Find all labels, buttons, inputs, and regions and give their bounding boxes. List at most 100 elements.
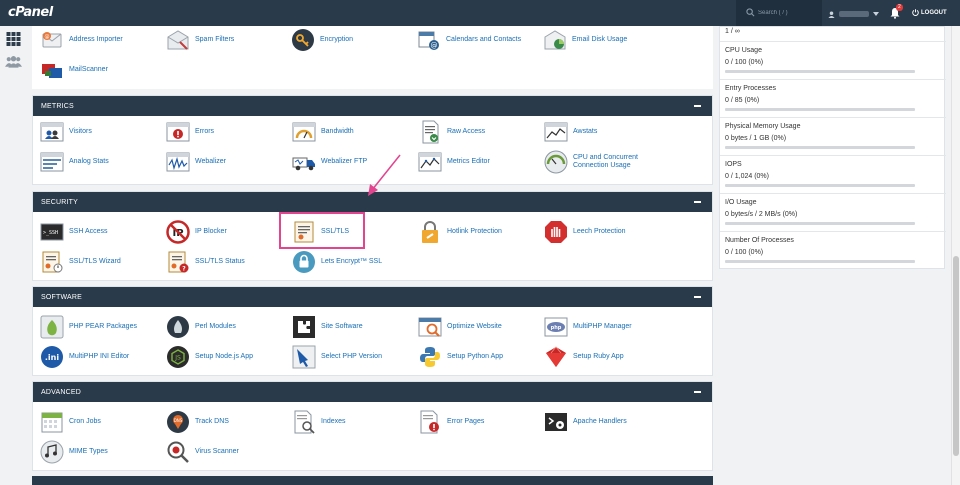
multiphp-manager-label: MultiPHP Manager	[573, 323, 632, 330]
advanced-header[interactable]: ADVANCED	[33, 382, 712, 402]
ssl-tls-status-link[interactable]: ? SSL/TLS Status	[166, 249, 245, 275]
stat-row: 1 / ∞	[720, 27, 946, 42]
stat-physical-memory: Physical Memory Usage 0 bytes / 1 GB (0%…	[720, 118, 946, 156]
search-box[interactable]	[736, 0, 822, 26]
encryption-link[interactable]: Encryption	[291, 27, 353, 53]
multiphp-ini-label: MultiPHP INI Editor	[69, 353, 130, 360]
error-pages-link[interactable]: Error Pages	[418, 409, 484, 435]
scrollbar-thumb[interactable]	[953, 256, 959, 456]
spam-filters-icon	[167, 30, 189, 50]
apps-grid-icon[interactable]	[5, 31, 22, 47]
setup-python-link[interactable]: Setup Python App	[418, 344, 503, 370]
cron-jobs-link[interactable]: Cron Jobs	[40, 409, 101, 435]
svg-text:php: php	[551, 325, 562, 331]
mime-types-link[interactable]: MIME Types	[40, 439, 108, 465]
awstats-chart-icon	[544, 122, 568, 142]
logout-button[interactable]: LOGOUT	[912, 9, 947, 16]
stat-label: Number Of Processes	[725, 237, 794, 244]
setup-ruby-link[interactable]: Setup Ruby App	[544, 344, 624, 370]
cron-calendar-icon	[41, 412, 63, 433]
webalizer-link[interactable]: Webalizer	[166, 149, 226, 175]
next-section-header[interactable]	[32, 476, 713, 485]
email-disk-usage-link[interactable]: Email Disk Usage	[543, 27, 627, 53]
virus-scanner-link[interactable]: Virus Scanner	[166, 439, 239, 465]
cpu-concurrent-link[interactable]: CPU and Concurrent Connection Usage	[544, 149, 638, 175]
visitors-link[interactable]: Visitors	[40, 119, 92, 145]
mailscanner-link[interactable]: MailScanner	[40, 57, 108, 83]
hotlink-protection-link[interactable]: Hotlink Protection	[418, 219, 502, 245]
ssh-access-link[interactable]: >_SSH SSH Access	[40, 219, 108, 245]
stat-value: 0 / 100 (0%)	[725, 59, 764, 66]
site-software-link[interactable]: Site Software	[292, 314, 363, 340]
stat-progress-bar	[725, 222, 915, 225]
multiphp-ini-link[interactable]: .ini MultiPHP INI Editor	[40, 344, 129, 370]
ssl-tls-wizard-link[interactable]: SSL/TLS Wizard	[40, 249, 121, 275]
visitors-icon	[40, 122, 64, 142]
apache-handlers-icon	[545, 413, 567, 431]
stat-progress-bar	[725, 260, 915, 263]
perl-modules-link[interactable]: Perl Modules	[166, 314, 236, 340]
multiphp-manager-icon: php	[544, 317, 568, 337]
svg-text:.ini: .ini	[45, 353, 59, 362]
ssh-terminal-icon: >_SSH	[40, 223, 64, 241]
analog-stats-link[interactable]: Analog Stats	[40, 149, 109, 175]
chevron-down-icon	[873, 12, 879, 16]
track-dns-link[interactable]: DNS Track DNS	[166, 409, 229, 435]
ip-blocker-icon: IP	[166, 220, 190, 244]
lets-encrypt-link[interactable]: Lets Encrypt™ SSL	[292, 249, 382, 275]
stat-number-of-processes: Number Of Processes 0 / 100 (0%)	[720, 232, 946, 270]
errors-link[interactable]: Errors	[166, 119, 214, 145]
address-importer-icon: @	[42, 32, 62, 48]
email-section-tail: @ Address Importer Spam Filters Encrypti…	[32, 26, 713, 89]
software-header[interactable]: SOFTWARE	[33, 287, 712, 307]
calendars-contacts-link[interactable]: @ Calendars and Contacts	[417, 27, 521, 53]
spam-filters-link[interactable]: Spam Filters	[166, 27, 234, 53]
software-section: SOFTWARE PHP PEAR Packages Perl Modules …	[32, 286, 713, 376]
search-input[interactable]	[758, 6, 818, 20]
stat-value: 0 bytes / 1 GB (0%)	[725, 135, 787, 142]
leech-protection-label: Leech Protection	[573, 228, 626, 235]
advanced-title: ADVANCED	[41, 388, 81, 396]
multiphp-manager-link[interactable]: php MultiPHP Manager	[544, 314, 632, 340]
select-php-version-link[interactable]: Select PHP Version	[292, 344, 382, 370]
page-scrollbar[interactable]	[951, 26, 960, 485]
mailscanner-label: MailScanner	[69, 66, 108, 73]
metrics-editor-link[interactable]: Metrics Editor	[418, 149, 490, 175]
apache-handlers-link[interactable]: Apache Handlers	[544, 409, 627, 435]
metrics-title: METRICS	[41, 102, 74, 110]
virus-scanner-label: Virus Scanner	[195, 448, 239, 455]
bandwidth-link[interactable]: Bandwidth	[292, 119, 354, 145]
errors-label: Errors	[195, 128, 215, 135]
address-importer-link[interactable]: @ Address Importer	[40, 27, 123, 53]
collapse-icon[interactable]	[694, 105, 701, 107]
stat-label: Physical Memory Usage	[725, 123, 801, 130]
leech-protection-link[interactable]: Leech Protection	[544, 219, 626, 245]
raw-access-link[interactable]: Raw Access	[418, 119, 485, 145]
awstats-link[interactable]: Awstats	[544, 119, 597, 145]
optimize-website-link[interactable]: Optimize Website	[418, 314, 502, 340]
nodejs-icon: JS	[167, 346, 189, 368]
ssl-wizard-icon	[42, 251, 63, 273]
user-menu[interactable]	[828, 8, 879, 20]
cpanel-logo[interactable]: cPanel	[8, 5, 53, 20]
metrics-editor-label: Metrics Editor	[447, 158, 490, 165]
php-pear-label: PHP PEAR Packages	[69, 323, 137, 330]
setup-nodejs-link[interactable]: JS Setup Node.js App	[166, 344, 253, 370]
users-icon[interactable]	[5, 54, 22, 70]
mailscanner-icon	[42, 64, 62, 78]
ip-blocker-link[interactable]: IP IP Blocker	[166, 219, 227, 245]
address-importer-label: Address Importer	[69, 36, 123, 43]
collapse-icon[interactable]	[694, 391, 701, 393]
encryption-key-icon	[292, 29, 314, 51]
indexes-link[interactable]: Indexes	[292, 409, 346, 435]
optimize-website-label: Optimize Website	[447, 323, 502, 330]
metrics-header[interactable]: METRICS	[33, 96, 712, 116]
php-pear-link[interactable]: PHP PEAR Packages	[40, 314, 137, 340]
ruby-gem-icon	[546, 346, 566, 367]
webalizer-ftp-link[interactable]: Webalizer FTP	[292, 149, 367, 175]
collapse-icon[interactable]	[694, 201, 701, 203]
collapse-icon[interactable]	[694, 296, 701, 298]
user-icon	[828, 10, 835, 18]
stat-label: I/O Usage	[725, 199, 757, 206]
bandwidth-label: Bandwidth	[321, 128, 354, 135]
